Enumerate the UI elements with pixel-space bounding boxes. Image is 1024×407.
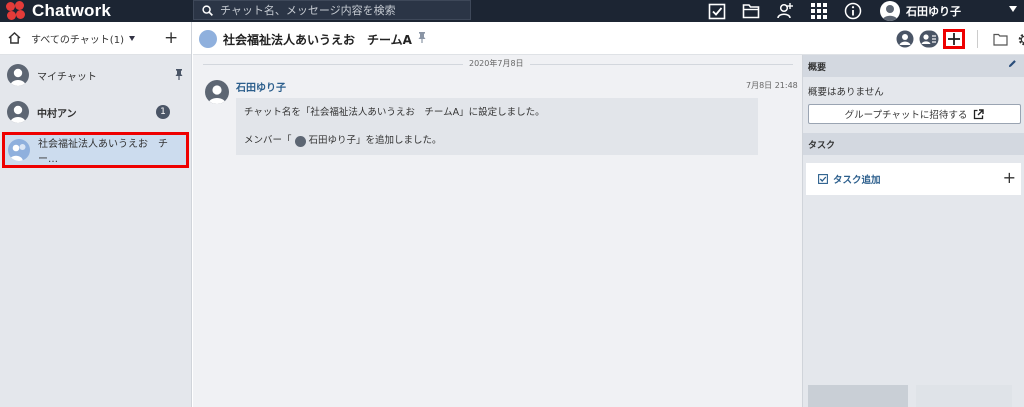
- avatar: [7, 101, 29, 123]
- avatar: [7, 64, 29, 86]
- pin-icon[interactable]: [175, 69, 183, 83]
- room-name: マイチャット: [37, 71, 97, 83]
- folder-icon[interactable]: [990, 29, 1010, 49]
- search-placeholder: チャット名、メッセージ内容を検索: [220, 4, 396, 17]
- plus-icon[interactable]: +: [1003, 169, 1016, 187]
- invite-group-chat-button[interactable]: グループチャットに招待する: [808, 104, 1021, 124]
- message-timeline: 2020年7月8日 石田ゆり子 7月8日 21:48 チャット名を「社会福祉法人…: [193, 55, 802, 407]
- room-sidebar: すべてのチャット(1) + マイチャット 中村アン 1 社会福祉法人あいうえお …: [0, 22, 192, 407]
- sidebar-header: すべてのチャット(1) +: [0, 22, 191, 55]
- chat-filter[interactable]: すべてのチャット(1): [31, 31, 124, 46]
- room-name: 中村アン: [37, 108, 77, 120]
- invite-button-label: グループチャットに招待する: [844, 110, 968, 121]
- pin-icon[interactable]: [418, 32, 426, 46]
- list-item[interactable]: マイチャット: [0, 57, 191, 93]
- add-member-button[interactable]: [943, 29, 965, 49]
- message-body: チャット名を「社会福祉法人あいうえお チームA」に設定しました。 メンバー「 石…: [236, 98, 758, 155]
- page-title: 社会福祉法人あいうえお チームA: [223, 32, 412, 47]
- user-menu[interactable]: 石田ゆり子: [880, 0, 961, 22]
- message-text: メンバー「 石田ゆり子 」を追加しました。: [244, 134, 750, 148]
- avatar: [294, 135, 306, 147]
- list-item[interactable]: 中村アン 1: [0, 94, 191, 130]
- unread-badge: 1: [156, 105, 170, 119]
- advertisement-banner[interactable]: [808, 385, 1024, 407]
- external-link-icon: [974, 108, 985, 119]
- chatwork-logo[interactable]: Chatwork: [6, 0, 111, 22]
- user-name: 石田ゆり子: [906, 5, 961, 18]
- search-input[interactable]: チャット名、メッセージ内容を検索: [193, 0, 471, 20]
- logo-mark-icon: [6, 1, 28, 21]
- avatar[interactable]: [205, 80, 229, 104]
- edit-icon[interactable]: [1008, 59, 1017, 71]
- right-panel: 概要 概要はありません グループチャットに招待する タスク タスク追加 +: [802, 55, 1024, 407]
- search-icon: [202, 4, 213, 16]
- member-icon[interactable]: [895, 29, 915, 49]
- file-icon[interactable]: [734, 0, 768, 22]
- group-avatar: [8, 139, 30, 161]
- message-sender[interactable]: 石田ゆり子: [236, 79, 286, 94]
- contact-add-icon[interactable]: [768, 0, 802, 22]
- avatar: [880, 1, 900, 21]
- task-icon[interactable]: [700, 0, 734, 22]
- message-timestamp: 7月8日 21:48: [746, 81, 798, 90]
- checkbox-icon: [818, 174, 828, 184]
- list-item[interactable]: 社会福祉法人あいうえお チー…: [2, 132, 189, 168]
- help-icon[interactable]: [836, 0, 870, 22]
- message-text-suffix: 」を追加しました。: [356, 135, 442, 146]
- task-header: タスク: [803, 133, 1024, 155]
- add-task-button[interactable]: タスク追加 +: [806, 163, 1021, 195]
- app-name: Chatwork: [32, 1, 112, 20]
- message-text: チャット名を「社会福祉法人あいうえお チームA」に設定しました。: [244, 107, 545, 118]
- member-name[interactable]: 石田ゆり子: [309, 134, 357, 148]
- plus-icon: [948, 33, 960, 45]
- home-icon[interactable]: [8, 32, 21, 44]
- add-task-label: タスク追加: [833, 175, 881, 186]
- chat-header: 社会福祉法人あいうえお チームA: [193, 22, 1024, 55]
- gear-icon[interactable]: [1014, 29, 1024, 49]
- overview-header: 概要: [803, 55, 1024, 77]
- date-separator: 2020年7月8日: [463, 58, 530, 69]
- message-text-prefix: メンバー「: [244, 135, 292, 146]
- room-name: 社会福祉法人あいうえお チー…: [38, 139, 168, 165]
- top-bar: Chatwork チャット名、メッセージ内容を検索 石田ゆり子: [0, 0, 1024, 22]
- member-settings-icon[interactable]: [919, 29, 939, 49]
- task-title: タスク: [808, 140, 836, 151]
- new-chat-button[interactable]: +: [164, 30, 178, 47]
- overview-text: 概要はありません: [808, 86, 884, 98]
- overview-title: 概要: [808, 62, 827, 73]
- apps-grid-icon[interactable]: [802, 0, 836, 22]
- chevron-down-icon[interactable]: [128, 35, 135, 41]
- group-avatar: [199, 30, 217, 48]
- chevron-down-icon[interactable]: [1009, 6, 1017, 12]
